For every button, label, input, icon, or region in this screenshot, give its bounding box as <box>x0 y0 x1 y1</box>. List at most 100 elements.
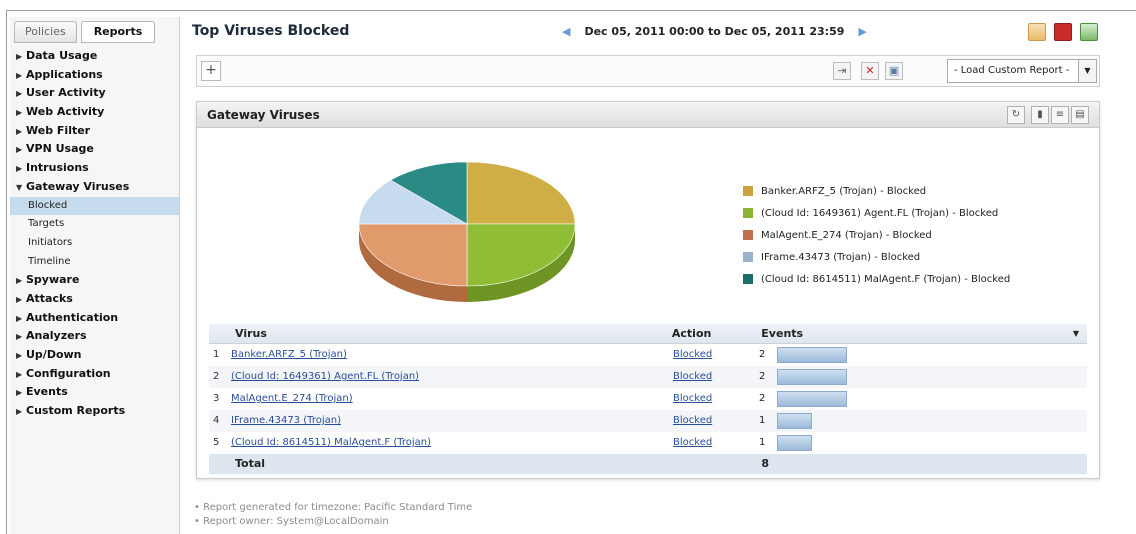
list-view-icon[interactable]: ≡ <box>1051 106 1069 124</box>
load-custom-report-select[interactable]: - Load Custom Report - ▼ <box>947 59 1097 83</box>
action-link[interactable]: Blocked <box>673 349 712 360</box>
sidebar-subitem-timeline[interactable]: Timeline <box>10 253 179 272</box>
sidebar-item-label: User Activity <box>26 86 106 100</box>
spreadsheet-export-icon[interactable] <box>1080 23 1098 41</box>
bar-chart-view-icon[interactable]: ▮ <box>1031 106 1049 124</box>
save-filter-icon[interactable]: ▣ <box>885 62 903 80</box>
previous-date-arrow-icon[interactable]: ◀ <box>562 25 570 38</box>
pie-slice[interactable] <box>466 223 576 287</box>
collapsed-arrow-icon: ▶ <box>16 351 23 360</box>
action-cell: Blocked <box>665 344 753 366</box>
refresh-icon[interactable]: ↻ <box>1007 106 1025 124</box>
virus-link[interactable]: IFrame.43473 (Trojan) <box>231 415 341 426</box>
events-bar <box>777 413 812 429</box>
row-number: 2 <box>213 371 220 382</box>
events-count: 1 <box>759 415 766 426</box>
table-row: 4 IFrame.43473 (Trojan) Blocked 1 <box>209 410 1087 432</box>
table-row: 1 Banker.ARFZ_5 (Trojan) Blocked 2 <box>209 344 1087 366</box>
virus-link[interactable]: MalAgent.E_274 (Trojan) <box>231 393 353 404</box>
apply-filter-icon[interactable]: ⇥ <box>833 62 851 80</box>
collapsed-arrow-icon: ▶ <box>16 294 23 304</box>
legend-swatch <box>743 230 753 240</box>
sidebar-item-label: Analyzers <box>26 329 87 343</box>
chevron-down-icon: ▼ <box>1078 60 1096 82</box>
export-view-icon[interactable]: ▤ <box>1071 106 1089 124</box>
events-bar <box>777 369 847 385</box>
sidebar-subitem-initiators[interactable]: Initiators <box>10 234 179 253</box>
main-content: Top Viruses Blocked ◀ Dec 05, 2011 00:00… <box>188 17 1108 534</box>
sidebar-item-up-down[interactable]: ▶ Up/Down <box>10 346 179 365</box>
clear-filter-icon[interactable]: ✕ <box>861 62 879 80</box>
sidebar-item-spyware[interactable]: ▶ Spyware <box>10 271 179 290</box>
legend-label: (Cloud Id: 1649361) Agent.FL (Trojan) - … <box>761 207 999 219</box>
sidebar-item-attacks[interactable]: ▶ Attacks <box>10 290 179 309</box>
virus-link[interactable]: (Cloud Id: 1649361) Agent.FL (Trojan) <box>231 371 419 382</box>
sidebar-item-configuration[interactable]: ▶ Configuration <box>10 365 179 384</box>
sidebar-item-authentication[interactable]: ▶ Authentication <box>10 309 179 328</box>
sidebar-item-user-activity[interactable]: ▶ User Activity <box>10 84 179 103</box>
sidebar-item-label: Applications <box>26 67 103 81</box>
report-settings-icon[interactable] <box>1028 23 1046 41</box>
virus-link[interactable]: Banker.ARFZ_5 (Trojan) <box>231 349 347 360</box>
sidebar-item-vpn-usage[interactable]: ▶ VPN Usage <box>10 140 179 159</box>
report-footer: • Report generated for timezone: Pacific… <box>194 501 472 529</box>
sidebar-item-gateway-viruses[interactable]: ▼ Gateway Viruses <box>10 178 179 197</box>
sort-indicator-icon[interactable]: ▼ <box>1073 324 1079 344</box>
pie-slice[interactable] <box>358 223 468 287</box>
sidebar-item-analyzers[interactable]: ▶ Analyzers <box>10 327 179 346</box>
col-virus-header[interactable]: Virus <box>209 324 668 343</box>
sidebar-item-events[interactable]: ▶ Events <box>10 383 179 402</box>
table-row: 2 (Cloud Id: 1649361) Agent.FL (Trojan) Bl… <box>209 366 1087 388</box>
events-count: 2 <box>759 371 766 382</box>
tab-reports[interactable]: Reports <box>80 21 156 43</box>
add-filter-button[interactable]: + <box>201 61 221 81</box>
events-bar <box>777 391 847 407</box>
events-bar <box>777 435 812 451</box>
pdf-export-icon[interactable] <box>1054 23 1072 41</box>
action-cell: Blocked <box>665 432 753 454</box>
sidebar-item-label: Configuration <box>26 366 111 380</box>
events-count: 2 <box>759 349 766 360</box>
row-number: 4 <box>213 415 220 426</box>
collapsed-arrow-icon: ▶ <box>16 52 23 61</box>
date-navigator: ◀ Dec 05, 2011 00:00 to Dec 05, 2011 23:… <box>548 25 881 38</box>
sidebar-item-intrusions[interactable]: ▶ Intrusions <box>10 159 179 178</box>
sidebar-item-web-activity[interactable]: ▶ Web Activity <box>10 103 179 122</box>
sidebar-item-custom-reports[interactable]: ▶ Custom Reports <box>10 402 179 421</box>
legend-swatch <box>743 208 753 218</box>
action-link[interactable]: Blocked <box>673 437 712 448</box>
action-link[interactable]: Blocked <box>673 371 712 382</box>
table-body: 1 Banker.ARFZ_5 (Trojan) Blocked 2 2 (Cloud I… <box>209 344 1087 454</box>
total-value: 8 <box>761 457 769 470</box>
sidebar-item-label: VPN Usage <box>26 142 94 156</box>
pie-slice[interactable] <box>466 161 576 225</box>
virus-cell: IFrame.43473 (Trojan) <box>217 410 665 432</box>
sidebar-item-data-usage[interactable]: ▶ Data Usage <box>10 47 179 66</box>
collapsed-arrow-icon: ▶ <box>16 388 23 398</box>
panel-title: Gateway Viruses <box>207 108 320 122</box>
row-number: 5 <box>213 437 220 448</box>
action-link[interactable]: Blocked <box>673 393 712 404</box>
virus-link[interactable]: (Cloud Id: 8614511) MalAgent.F (Trojan) <box>231 437 431 448</box>
timezone-note: • Report generated for timezone: Pacific… <box>194 502 473 513</box>
panel-header: Gateway Viruses ↻ ▮ ≡ ▤ <box>197 102 1099 128</box>
legend-swatch <box>743 186 753 196</box>
row-number: 3 <box>213 393 220 404</box>
sidebar-item-label: Blocked <box>28 199 68 211</box>
next-date-arrow-icon[interactable]: ▶ <box>858 25 866 38</box>
sidebar-item-web-filter[interactable]: ▶ Web Filter <box>10 122 179 141</box>
legend-label: (Cloud Id: 8614511) MalAgent.F (Trojan) … <box>761 273 1011 285</box>
tab-policies[interactable]: Policies <box>14 21 77 43</box>
col-action-header[interactable]: Action <box>668 324 755 343</box>
sidebar-subitem-blocked[interactable]: Blocked <box>10 196 179 216</box>
action-link[interactable]: Blocked <box>673 415 712 426</box>
total-row: Total 8 <box>209 454 1087 474</box>
sidebar-nav: ▶ Data Usage ▶ Applications ▶ User Activity ▶ W… <box>10 47 179 421</box>
legend-item: (Cloud Id: 8614511) MalAgent.F (Trojan) … <box>743 268 1010 290</box>
sidebar-item-applications[interactable]: ▶ Applications <box>10 66 179 85</box>
col-events-header[interactable]: Events ▼ <box>755 324 1087 343</box>
sidebar-item-label: Authentication <box>26 310 119 324</box>
sidebar: Policies Reports ▶ Data Usage ▶ Application… <box>10 17 180 534</box>
sidebar-subitem-targets[interactable]: Targets <box>10 215 179 234</box>
legend-label: MalAgent.E_274 (Trojan) - Blocked <box>761 229 932 241</box>
